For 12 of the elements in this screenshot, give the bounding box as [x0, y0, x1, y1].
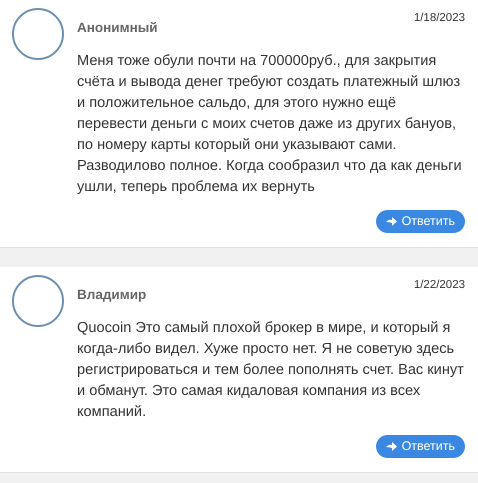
comment-author: Анонимный	[77, 20, 158, 35]
comment-text: Меня тоже обули почти на 700000руб., для закрытия счёта и вывода денег требуют создать платежный шлюз и положительное сальдо, для этого нужно ещё перевести деньги с моих счетов даже из других бануов, по номеру карты который они указывают сами. Разводилово полное. Когда сообразил что да как деньги ушли, теперь проблема их вернуть	[77, 52, 463, 197]
reply-button[interactable]: Ответить	[376, 435, 465, 458]
comment-date: 1/22/2023	[414, 279, 465, 291]
comment-date: 1/18/2023	[414, 12, 465, 24]
reply-arrow-icon	[386, 442, 397, 450]
avatar	[12, 275, 64, 327]
comment-author: Владимир	[77, 287, 146, 302]
reply-button[interactable]: Ответить	[376, 210, 465, 233]
avatar	[12, 8, 64, 60]
comment-text: Quocoin Это самый плохой брокер в мире, и который я когда-либо видел. Хуже просто нет. Я не советую здесь регистрироваться и тем более пополнять счет. Вас кинут и обманут. Это самая кидаловая компания из всех компаний.	[77, 319, 465, 422]
reply-arrow-icon	[386, 216, 397, 226]
